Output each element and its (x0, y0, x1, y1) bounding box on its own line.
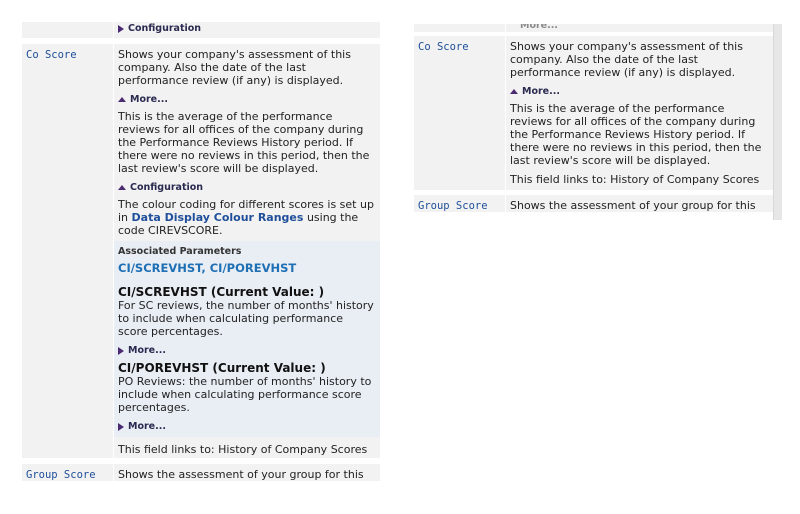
data-display-colour-ranges-link[interactable]: Data Display Colour Ranges (132, 211, 304, 224)
expand-arrow-icon (118, 24, 124, 33)
group-score-row: Group Score Shows the assessment of your… (414, 195, 782, 212)
more-row-top: More... (414, 24, 782, 32)
configuration-toggle-label: Configuration (130, 182, 204, 193)
configuration-toggle[interactable]: Configuration (118, 181, 376, 194)
group-score-summary: Shows the assessment of your group for t… (510, 199, 756, 212)
collapse-arrow-icon (118, 97, 126, 102)
param-screvhst-name: CI/SCREVHST (Current Value: ) (118, 285, 325, 299)
more-cell-top: More... (505, 24, 782, 32)
config-cell-top: Configuration (113, 22, 380, 38)
more-toggle[interactable]: More... (118, 93, 376, 106)
more-toggle-top[interactable]: More... (520, 24, 778, 32)
blank-field-cell (22, 22, 113, 38)
param-porevhst-name: CI/POREVHST (Current Value: ) (118, 361, 326, 375)
group-score-field-name: Group Score (22, 464, 113, 481)
associated-parameters: Associated Parameters CI/SCREVHST, CI/PO… (114, 241, 380, 437)
co-score-field-name: Co Score (22, 44, 113, 458)
co-score-summary: Shows your company's assessment of this … (510, 40, 743, 79)
co-score-row: Co Score Shows your company's assessment… (22, 44, 380, 458)
group-score-row: Group Score Shows the assessment of your… (22, 464, 380, 481)
links-to-text: This field links to: History of Company … (510, 173, 760, 186)
param-porevhst-desc: PO Reviews: the number of months' histor… (118, 375, 372, 414)
configuration-text: The colour coding for different scores i… (118, 198, 376, 237)
more-toggle-label: More... (130, 94, 168, 105)
blank-field-cell (414, 24, 505, 32)
collapse-arrow-icon (510, 89, 518, 94)
right-help-panel: More... Co Score Shows your company's as… (414, 24, 782, 220)
group-score-description: Shows the assessment of your group for t… (505, 195, 782, 212)
more-text: This is the average of the performance r… (510, 102, 762, 167)
vertical-scrollbar[interactable] (773, 24, 782, 220)
group-score-summary: Shows the assessment of your group for t… (118, 468, 364, 481)
more-toggle-label: More... (128, 421, 166, 432)
co-score-field-name: Co Score (414, 36, 505, 190)
configuration-toggle-label: Configuration (128, 23, 202, 34)
more-toggle-label: More... (522, 86, 560, 97)
left-help-panel: Configuration Co Score Shows your compan… (22, 22, 380, 492)
param-porevhst-more-toggle[interactable]: More... (118, 420, 376, 433)
group-score-field-name: Group Score (414, 195, 505, 212)
config-row-top: Configuration (22, 22, 380, 38)
collapse-arrow-icon (118, 185, 126, 190)
co-score-summary: Shows your company's assessment of this … (118, 48, 351, 87)
configuration-toggle-top[interactable]: Configuration (118, 22, 376, 35)
more-toggle[interactable]: More... (510, 85, 768, 98)
param-screvhst-more-toggle[interactable]: More... (118, 344, 376, 357)
more-toggle-label: More... (128, 345, 166, 356)
associated-parameters-links[interactable]: CI/SCREVHST, CI/POREVHST (118, 262, 376, 275)
expand-arrow-icon (118, 422, 124, 431)
co-score-description: Shows your company's assessment of this … (113, 44, 380, 458)
co-score-row: Co Score Shows your company's assessment… (414, 36, 782, 190)
param-screvhst-desc: For SC reviews, the number of months' hi… (118, 299, 374, 338)
co-score-description: Shows your company's assessment of this … (505, 36, 782, 190)
more-text: This is the average of the performance r… (118, 110, 370, 175)
group-score-description: Shows the assessment of your group for t… (113, 464, 380, 481)
more-toggle-label: More... (520, 24, 558, 31)
expand-arrow-icon (118, 346, 124, 355)
links-to-text: This field links to: History of Company … (118, 443, 368, 456)
associated-parameters-title: Associated Parameters (118, 246, 242, 257)
